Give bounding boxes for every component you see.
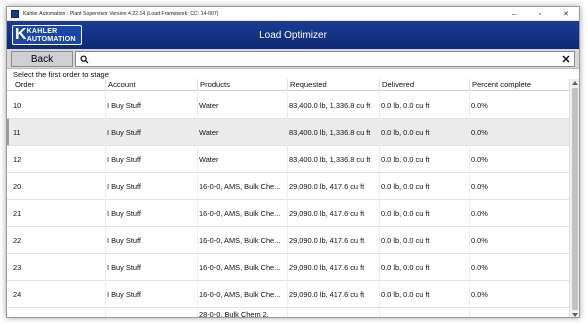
scroll-up-arrow-icon[interactable]: [570, 79, 579, 87]
table-row[interactable]: 24 I Buy Stuff 16-0-0, AMS, Bulk Che... …: [7, 281, 570, 308]
cell-products: Water: [197, 92, 287, 119]
cell-order: 20: [13, 182, 22, 191]
search-icon: [78, 52, 90, 66]
cell-requested: 29,090.0 lb, 417.6 cu ft: [287, 281, 379, 308]
table-row[interactable]: 23 I Buy Stuff 16-0-0, AMS, Bulk Che... …: [7, 254, 570, 281]
cell-account: I Buy Stuff: [105, 119, 197, 146]
cell-delivered: 0.0 lb, 0.0 cu ft: [379, 227, 469, 254]
search-input[interactable]: [90, 53, 559, 65]
cell-account: I Buy Stuff: [105, 227, 197, 254]
minimize-button[interactable]: –: [501, 7, 527, 21]
table-row[interactable]: 28-0-0, Bulk Chem 2,: [7, 308, 570, 317]
back-button[interactable]: Back: [11, 51, 73, 67]
cell-delivered: [379, 308, 469, 317]
scrollbar-thumb[interactable]: [572, 88, 578, 310]
table-row[interactable]: 22 I Buy Stuff 16-0-0, AMS, Bulk Che... …: [7, 227, 570, 254]
close-window-button[interactable]: ✕: [553, 7, 579, 21]
table-row[interactable]: 21 I Buy Stuff 16-0-0, AMS, Bulk Che... …: [7, 200, 570, 227]
cell-order: 24: [13, 290, 22, 299]
column-header-percent-complete[interactable]: Percent complete: [469, 79, 564, 91]
cell-percent-complete: 0.0%: [469, 200, 564, 227]
app-header: K KAHLER AUTOMATION Load Optimizer: [7, 21, 579, 49]
cell-account: I Buy Stuff: [105, 281, 197, 308]
orders-table: Order Account Products Requested Deliver…: [7, 79, 570, 317]
cell-percent-complete: 0.0%: [469, 146, 564, 173]
logo-letter: K: [15, 26, 27, 43]
cell-account: I Buy Stuff: [105, 200, 197, 227]
cell-account: [105, 308, 197, 317]
toolbar: Back ✕: [7, 49, 579, 69]
scroll-down-arrow-icon[interactable]: [570, 311, 579, 317]
app-icon: [11, 9, 19, 18]
cell-products: 28-0-0, Bulk Chem 2,: [197, 308, 287, 317]
cell-order: 23: [13, 263, 22, 272]
cell-delivered: 0.0 lb, 0.0 cu ft: [379, 119, 469, 146]
cell-products: Water: [197, 146, 287, 173]
cell-delivered: 0.0 lb, 0.0 cu ft: [379, 254, 469, 281]
table-body: 10 I Buy Stuff Water 83,400.0 lb, 1,336.…: [7, 92, 570, 317]
cell-products: 16-0-0, AMS, Bulk Che...: [197, 200, 287, 227]
table-row-selected[interactable]: 11 I Buy Stuff Water 83,400.0 lb, 1,336.…: [7, 119, 570, 146]
cell-order: 22: [13, 236, 22, 245]
cell-percent-complete: 0.0%: [469, 119, 564, 146]
cell-percent-complete: 0.0%: [469, 254, 564, 281]
column-header-products[interactable]: Products: [197, 79, 287, 91]
cell-percent-complete: 0.0%: [469, 227, 564, 254]
cell-requested: [287, 308, 379, 317]
cell-order: 12: [13, 155, 22, 164]
cell-delivered: 0.0 lb, 0.0 cu ft: [379, 281, 469, 308]
cell-delivered: 0.0 lb, 0.0 cu ft: [379, 173, 469, 200]
cell-account: I Buy Stuff: [105, 92, 197, 119]
cell-order: 11: [13, 128, 21, 137]
kahler-logo: K KAHLER AUTOMATION: [12, 25, 82, 45]
cell-requested: 29,090.0 lb, 417.6 cu ft: [287, 254, 379, 281]
cell-delivered: 0.0 lb, 0.0 cu ft: [379, 146, 469, 173]
instruction-text: Select the first order to stage: [13, 70, 109, 79]
cell-requested: 83,400.0 lb, 1,336.8 cu ft: [287, 146, 379, 173]
logo-wordmark: KAHLER AUTOMATION: [27, 28, 76, 42]
cell-products: 16-0-0, AMS, Bulk Che...: [197, 254, 287, 281]
app-window: Kahler Automation : Plant Supervisor Ver…: [6, 6, 580, 318]
table-row[interactable]: 20 I Buy Stuff 16-0-0, AMS, Bulk Che... …: [7, 173, 570, 200]
cell-percent-complete: [469, 308, 564, 317]
cell-account: I Buy Stuff: [105, 146, 197, 173]
cell-delivered: 0.0 lb, 0.0 cu ft: [379, 92, 469, 119]
column-header-account[interactable]: Account: [105, 79, 197, 91]
search-box[interactable]: ✕: [75, 51, 575, 67]
column-header-requested[interactable]: Requested: [287, 79, 379, 91]
cell-percent-complete: 0.0%: [469, 281, 564, 308]
table-header: Order Account Products Requested Deliver…: [7, 79, 570, 91]
cell-requested: 83,400.0 lb, 1,336.8 cu ft: [287, 92, 379, 119]
window-title: Kahler Automation : Plant Supervisor Ver…: [23, 10, 219, 17]
cell-requested: 29,090.0 lb, 417.6 cu ft: [287, 227, 379, 254]
cell-requested: 83,400.0 lb, 1,336.8 cu ft: [287, 119, 379, 146]
cell-requested: 29,090.0 lb, 417.6 cu ft: [287, 173, 379, 200]
vertical-scrollbar[interactable]: [569, 79, 579, 317]
logo-line-2: AUTOMATION: [26, 34, 76, 43]
cell-products: 16-0-0, AMS, Bulk Che...: [197, 281, 287, 308]
cell-order: [13, 308, 105, 317]
close-icon[interactable]: ✕: [559, 52, 573, 66]
cell-delivered: 0.0 lb, 0.0 cu ft: [379, 200, 469, 227]
cell-order: 10: [13, 101, 22, 110]
maximize-button[interactable]: ▫: [527, 7, 553, 21]
cell-percent-complete: 0.0%: [469, 92, 564, 119]
cell-order: 21: [13, 209, 22, 218]
table-row[interactable]: 10 I Buy Stuff Water 83,400.0 lb, 1,336.…: [7, 92, 570, 119]
page-title: Load Optimizer: [259, 29, 327, 41]
table-row[interactable]: 12 I Buy Stuff Water 83,400.0 lb, 1,336.…: [7, 146, 570, 173]
cell-percent-complete: 0.0%: [469, 173, 564, 200]
cell-account: I Buy Stuff: [105, 254, 197, 281]
cell-requested: 29,090.0 lb, 417.6 cu ft: [287, 200, 379, 227]
title-bar: Kahler Automation : Plant Supervisor Ver…: [7, 7, 579, 21]
cell-account: I Buy Stuff: [105, 173, 197, 200]
cell-products: 16-0-0, AMS, Bulk Che...: [197, 173, 287, 200]
cell-products: 16-0-0, AMS, Bulk Che...: [197, 227, 287, 254]
cell-products: Water: [197, 119, 287, 146]
column-header-delivered[interactable]: Delivered: [379, 79, 469, 91]
window-controls: – ▫ ✕: [501, 7, 579, 21]
column-header-order[interactable]: Order: [13, 79, 105, 91]
